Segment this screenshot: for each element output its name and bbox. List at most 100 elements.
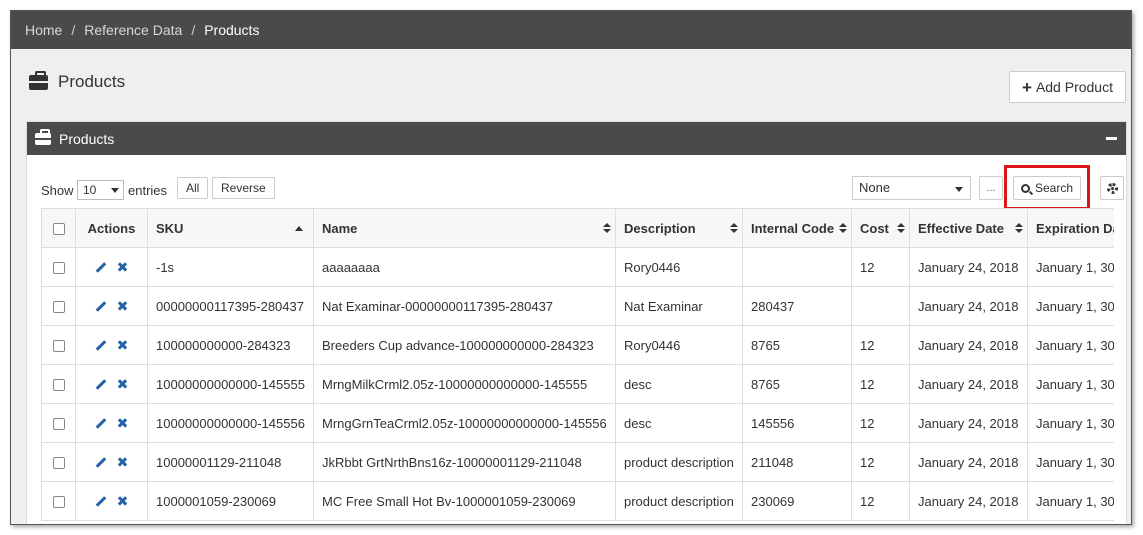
column-header-label: Description (624, 220, 696, 236)
delete-x-icon[interactable]: ✖ (117, 454, 129, 471)
table-row: ✖ 10000000000000-145555 MrngMilkCrml2.05z-… (41, 364, 1114, 404)
app-window: Home / Reference Data / Products Product… (10, 10, 1132, 525)
edit-pencil-icon[interactable] (95, 456, 106, 468)
row-select-cell (41, 247, 76, 287)
breadcrumb-current: Products (204, 22, 260, 38)
table-controls: Show 10 entries All Reverse None ... Sea… (27, 155, 1126, 210)
cell-cost: 12 (851, 481, 910, 521)
delete-x-icon[interactable]: ✖ (117, 376, 129, 393)
row-select-cell (41, 364, 76, 404)
show-label: Show (41, 183, 74, 198)
cell-name: aaaaaaaa (313, 247, 616, 287)
cell-internal-code: 8765 (742, 325, 852, 365)
cell-name: JkRbbt GrtNrthBns16z-10000001129-211048 (313, 442, 616, 482)
page-length-select[interactable]: 10 (77, 180, 124, 200)
row-actions-cell: ✖ (75, 364, 148, 404)
cell-sku: -1s (147, 247, 314, 287)
edit-pencil-icon[interactable] (95, 339, 106, 351)
briefcase-icon (29, 70, 48, 90)
column-header-name[interactable]: Name (313, 208, 616, 248)
row-checkbox[interactable] (52, 301, 65, 314)
breadcrumb-home[interactable]: Home (25, 22, 62, 38)
cell-name: MrngMilkCrml2.05z-10000000000000-145555 (313, 364, 616, 404)
chevron-down-icon (955, 187, 963, 192)
cell-description: desc (615, 364, 743, 404)
cell-description: product description (615, 481, 743, 521)
column-header-label: Cost (860, 220, 889, 236)
row-select-cell (41, 442, 76, 482)
row-checkbox[interactable] (52, 457, 65, 470)
cell-expiration: January 1, 30 (1027, 247, 1114, 287)
row-actions-cell: ✖ (75, 247, 148, 287)
cell-description: Rory0446 (615, 247, 743, 287)
cell-expiration: January 1, 30 (1027, 481, 1114, 521)
column-header-effective-date[interactable]: Effective Date (909, 208, 1028, 248)
search-button[interactable]: Search (1013, 176, 1082, 200)
breadcrumb-reference-data[interactable]: Reference Data (84, 22, 182, 38)
select-all-header (41, 208, 76, 248)
delete-x-icon[interactable]: ✖ (117, 259, 129, 276)
cell-description: Nat Examinar (615, 286, 743, 326)
cell-name: Nat Examinar-00000000117395-280437 (313, 286, 616, 326)
cell-cost: 12 (851, 403, 910, 443)
cell-cost: 12 (851, 364, 910, 404)
cell-internal-code: 230069 (742, 481, 852, 521)
more-options-button[interactable]: ... (979, 176, 1003, 200)
add-product-label: Add Product (1035, 79, 1113, 95)
delete-x-icon[interactable]: ✖ (117, 298, 129, 315)
row-checkbox[interactable] (52, 262, 65, 275)
cell-expiration: January 1, 30 (1027, 442, 1114, 482)
row-checkbox[interactable] (52, 379, 65, 392)
cell-effective: January 24, 2018 (909, 364, 1028, 404)
column-header-cost[interactable]: Cost (851, 208, 910, 248)
column-header-expiration-date[interactable]: Expiration Da (1027, 208, 1114, 248)
column-header-label: SKU (156, 220, 184, 236)
row-checkbox[interactable] (52, 340, 65, 353)
select-all-checkbox[interactable] (52, 223, 65, 236)
row-checkbox[interactable] (52, 418, 65, 431)
cell-name: Breeders Cup advance-100000000000-284323 (313, 325, 616, 365)
edit-pencil-icon[interactable] (95, 495, 106, 507)
cell-effective: January 24, 2018 (909, 247, 1028, 287)
cell-effective: January 24, 2018 (909, 481, 1028, 521)
cell-expiration: January 1, 30 (1027, 325, 1114, 365)
delete-x-icon[interactable]: ✖ (117, 337, 129, 354)
column-header-sku[interactable]: SKU (147, 208, 314, 248)
cell-sku: 1000001059-230069 (147, 481, 314, 521)
cell-internal-code: 8765 (742, 364, 852, 404)
edit-pencil-icon[interactable] (95, 378, 106, 390)
column-header-label: Effective Date (918, 220, 1004, 236)
all-button[interactable]: All (177, 177, 209, 199)
reverse-button[interactable]: Reverse (212, 177, 275, 199)
products-table-container: Actions SKU Name Description Internal Co… (41, 208, 1114, 524)
minus-icon (1105, 137, 1117, 140)
cell-name: MrngGrnTeaCrml2.05z-10000000000000-14555… (313, 403, 616, 443)
cell-expiration: January 1, 30 (1027, 286, 1114, 326)
edit-pencil-icon[interactable] (95, 300, 106, 312)
add-product-button[interactable]: + Add Product (1009, 71, 1126, 103)
row-select-cell (41, 403, 76, 443)
cell-internal-code: 280437 (742, 286, 852, 326)
page-title: Products (29, 70, 125, 92)
cell-cost: 12 (851, 325, 910, 365)
cell-effective: January 24, 2018 (909, 442, 1028, 482)
row-select-cell (41, 286, 76, 326)
edit-pencil-icon[interactable] (95, 261, 106, 273)
column-header-description[interactable]: Description (615, 208, 743, 248)
filter-select[interactable]: None (852, 176, 971, 200)
cell-expiration: January 1, 30 (1027, 403, 1114, 443)
delete-x-icon[interactable]: ✖ (117, 415, 129, 432)
row-checkbox[interactable] (52, 496, 65, 509)
gear-icon (1106, 182, 1118, 194)
collapse-button[interactable] (1096, 122, 1126, 155)
entries-label: entries (128, 183, 168, 198)
filter-select-value: None (859, 180, 891, 195)
briefcase-icon (35, 128, 51, 145)
column-header-internal-code[interactable]: Internal Code (742, 208, 852, 248)
settings-button[interactable] (1100, 176, 1124, 200)
page-length-value: 10 (83, 183, 97, 197)
table-row: ✖ -1s aaaaaaaa Rory0446 12 January 24, 2018 Ja… (41, 247, 1114, 287)
delete-x-icon[interactable]: ✖ (117, 493, 129, 510)
cell-cost: 12 (851, 442, 910, 482)
edit-pencil-icon[interactable] (95, 417, 106, 429)
